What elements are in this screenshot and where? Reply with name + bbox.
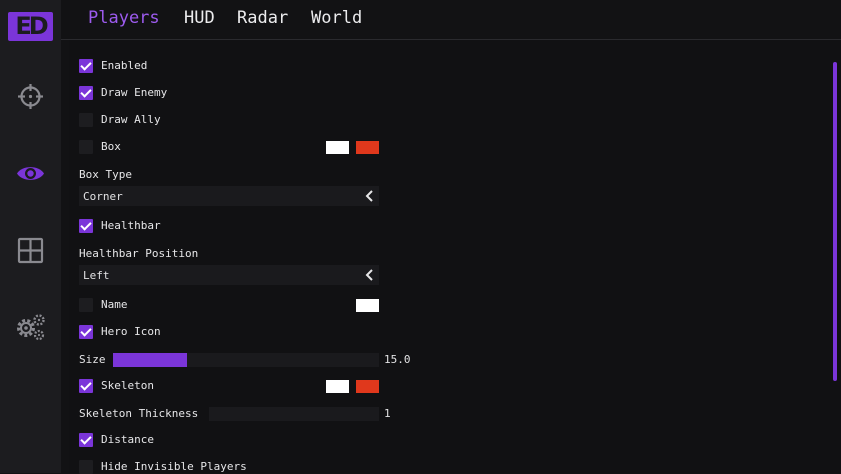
box-type-dropdown[interactable]: Corner (79, 186, 379, 206)
size-slider-fill (113, 353, 188, 367)
skeleton-color-swatch-secondary[interactable] (356, 380, 379, 393)
name-label: Name (101, 298, 128, 311)
hero-icon-checkbox[interactable] (79, 325, 93, 339)
tab-world[interactable]: World (311, 8, 362, 28)
eye-icon[interactable] (15, 158, 46, 189)
box-type-label: Box Type (79, 168, 132, 181)
skeleton-label: Skeleton (101, 379, 154, 392)
chevron-left-icon (365, 269, 373, 281)
name-color-swatch[interactable] (356, 299, 379, 312)
sidebar: ED (0, 0, 61, 473)
size-label: Size (79, 353, 106, 366)
tab-radar[interactable]: Radar (237, 8, 288, 28)
skeleton-color-swatch-primary[interactable] (326, 380, 349, 393)
tab-players[interactable]: Players (88, 8, 160, 28)
healthbar-checkbox[interactable] (79, 219, 93, 233)
draw-ally-checkbox[interactable] (79, 113, 93, 127)
tab-bar (61, 0, 841, 40)
distance-label: Distance (101, 433, 154, 446)
healthbar-position-dropdown[interactable]: Left (79, 265, 379, 285)
distance-checkbox[interactable] (79, 433, 93, 447)
box-checkbox[interactable] (79, 140, 93, 154)
skeleton-thickness-slider[interactable] (209, 407, 379, 421)
enabled-checkbox[interactable] (79, 59, 93, 73)
size-value: 15.0 (384, 353, 411, 366)
draw-enemy-checkbox[interactable] (79, 86, 93, 100)
box-color-swatch-primary[interactable] (326, 141, 349, 154)
name-checkbox[interactable] (79, 298, 93, 312)
draw-ally-label: Draw Ally (101, 113, 161, 126)
enabled-label: Enabled (101, 59, 148, 72)
hero-icon-label: Hero Icon (101, 325, 161, 338)
skeleton-thickness-label: Skeleton Thickness (79, 407, 199, 420)
draw-enemy-label: Draw Enemy (101, 86, 168, 99)
hide-invisible-players-checkbox[interactable] (79, 460, 93, 474)
box-type-value: Corner (83, 190, 123, 203)
grid-icon[interactable] (15, 235, 46, 266)
size-slider[interactable] (113, 353, 379, 367)
healthbar-position-value: Left (83, 269, 110, 282)
box-color-swatch-secondary[interactable] (356, 141, 379, 154)
chevron-left-icon (365, 190, 373, 202)
healthbar-label: Healthbar (101, 219, 161, 232)
skeleton-thickness-value: 1 (384, 407, 391, 420)
app-logo: ED (8, 12, 53, 41)
gears-icon[interactable] (15, 311, 46, 342)
hide-invisible-players-label: Hide Invisible Players (101, 460, 247, 473)
tab-hud[interactable]: HUD (184, 8, 215, 28)
healthbar-position-label: Healthbar Position (79, 247, 199, 260)
skeleton-checkbox[interactable] (79, 379, 93, 393)
box-label: Box (101, 140, 121, 153)
scrollbar[interactable] (833, 62, 837, 381)
crosshair-icon[interactable] (15, 81, 46, 112)
